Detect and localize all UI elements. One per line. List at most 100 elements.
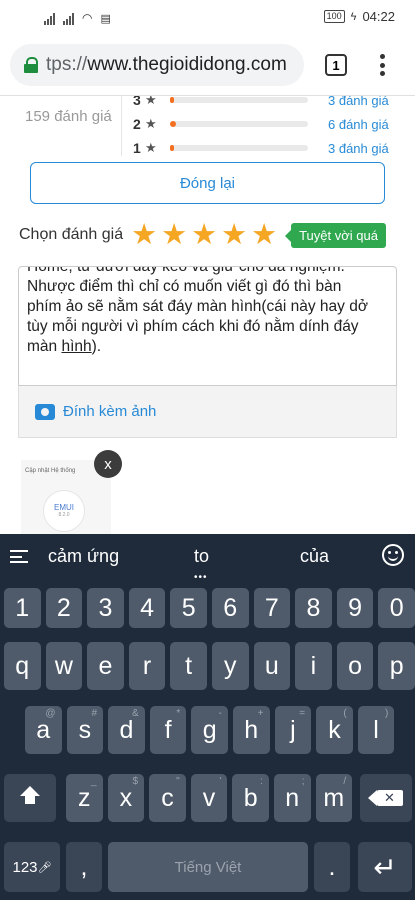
attach-photo-button[interactable]: Đính kèm ảnh <box>18 386 397 438</box>
key-t[interactable]: t <box>170 642 207 690</box>
key-4[interactable]: 4 <box>128 588 166 628</box>
star-level: 1 <box>133 140 141 156</box>
key-3[interactable]: 3 <box>87 588 124 628</box>
key-v[interactable]: v ' <box>190 774 228 822</box>
key-r[interactable]: r <box>128 642 166 690</box>
key-b[interactable]: b: <box>232 774 269 822</box>
key-x[interactable]: x $ <box>107 774 145 822</box>
key-q[interactable]: q <box>4 642 41 690</box>
key-s[interactable]: s # <box>66 706 104 754</box>
suggestion-2[interactable]: to <box>194 546 209 567</box>
key-7[interactable]: 7 <box>253 588 291 628</box>
rate-label: Chọn đánh giá <box>19 226 124 243</box>
close-button[interactable]: Đóng lại <box>30 162 385 204</box>
key-w[interactable]: w <box>45 642 83 690</box>
space-key[interactable]: Tiếng Việt <box>108 842 308 892</box>
clock: 04:22 <box>362 9 395 24</box>
more-menu-icon[interactable] <box>378 54 386 76</box>
review-text: Home, từ dưới đây kéo và giữ cho đa nghi… <box>27 266 369 355</box>
key-g[interactable]: g- <box>191 706 228 754</box>
emoji-icon[interactable] <box>382 544 404 566</box>
rating-row: 2 ★ 6 đánh giá <box>133 112 403 136</box>
rating-badge: Tuyệt vời quá <box>285 222 386 248</box>
key-a[interactable]: a @ <box>25 706 62 754</box>
lock-icon <box>24 57 38 73</box>
rating-row: 3 ★ 3 đánh giá <box>133 96 403 112</box>
key-f[interactable]: f * <box>149 706 187 754</box>
star-icon: ★ <box>145 116 157 131</box>
charging-icon: ϟ <box>350 10 357 23</box>
page-content: 159 đánh giá 3 ★ 3 đánh giá 2 ★ 6 đánh giá 1 ★ 3… <box>0 96 415 534</box>
rate-selector: Chọn đánh giá ★ ★ ★ ★ ★ Tuyệt vời quá <box>19 220 386 250</box>
key-p[interactable]: p <box>378 642 415 690</box>
review-textarea[interactable]: Home, từ dưới đây kéo và giữ cho đa nghi… <box>18 266 397 386</box>
suggestion-3[interactable]: của <box>300 546 329 567</box>
rating-breakdown: 3 ★ 3 đánh giá 2 ★ 6 đánh giá 1 ★ 3 đánh giá <box>133 96 403 160</box>
star-5-icon[interactable]: ★ <box>251 220 277 250</box>
key-n[interactable]: n; <box>274 774 311 822</box>
address-bar[interactable]: tps://www.thegioididong.com <box>10 44 304 86</box>
star-rating[interactable]: ★ ★ ★ ★ ★ <box>131 220 277 250</box>
rating-total: 159 đánh giá <box>25 108 112 125</box>
comma-key[interactable]: , <box>66 842 102 892</box>
wifi-icon: ◠ <box>82 11 93 25</box>
key-123-mic[interactable]: 123 🎤︎ <box>4 842 60 892</box>
emui-logo: EMUI 8.2.0 <box>43 490 85 532</box>
key-m[interactable]: m / <box>315 774 353 822</box>
browser-toolbar: tps://www.thegioididong.com 1 <box>0 34 415 96</box>
key-i[interactable]: i <box>295 642 332 690</box>
key-y[interactable]: y <box>212 642 249 690</box>
suggestion-1[interactable]: cảm ứng <box>48 546 119 567</box>
status-bar: ◠ ▤ 100 ϟ 04:22 <box>0 0 415 34</box>
backspace-key[interactable] <box>360 774 412 822</box>
more-suggestions-icon[interactable]: ••• <box>194 572 208 583</box>
key-u[interactable]: u <box>253 642 291 690</box>
key-j[interactable]: j = <box>274 706 312 754</box>
star-4-icon[interactable]: ★ <box>221 220 247 250</box>
key-o[interactable]: o <box>336 642 374 690</box>
star-level: 2 <box>133 116 141 132</box>
key-2[interactable]: 2 <box>45 588 83 628</box>
battery-icon: 100 <box>323 10 345 23</box>
key-5[interactable]: 5 <box>170 588 207 628</box>
star-1-icon[interactable]: ★ <box>131 220 157 250</box>
keyboard: cảm ứng to ••• của 1234567890 qwertyuiop a… <box>0 534 415 900</box>
divider <box>121 96 122 156</box>
microphone-icon: 🎤︎ <box>37 861 52 874</box>
key-1[interactable]: 1 <box>4 588 41 628</box>
key-e[interactable]: e <box>87 642 124 690</box>
star-3-icon[interactable]: ★ <box>191 220 217 250</box>
rating-bar-fill <box>170 97 174 103</box>
attach-label: Đính kèm ảnh <box>63 403 157 420</box>
star-2-icon[interactable]: ★ <box>161 220 187 250</box>
backspace-icon <box>368 790 403 806</box>
rating-count-link[interactable]: 3 đánh giá <box>328 141 389 156</box>
rating-bar <box>170 145 308 151</box>
key-c[interactable]: c " <box>149 774 186 822</box>
rating-bar <box>170 121 308 127</box>
keyboard-menu-icon[interactable] <box>10 550 28 563</box>
rating-bar <box>170 97 308 103</box>
remove-image-button[interactable]: x <box>94 450 122 478</box>
key-d[interactable]: d & <box>108 706 145 754</box>
rating-count-link[interactable]: 6 đánh giá <box>328 117 389 132</box>
star-icon: ★ <box>145 96 157 107</box>
period-key[interactable]: . <box>314 842 350 892</box>
enter-key[interactable]: ↵ <box>358 842 412 892</box>
key-0[interactable]: 0 <box>378 588 415 628</box>
rating-count-link[interactable]: 3 đánh giá <box>328 96 389 108</box>
key-z[interactable]: z _ <box>66 774 103 822</box>
signal-icon-2 <box>63 13 74 25</box>
key-8[interactable]: 8 <box>295 588 332 628</box>
key-6[interactable]: 6 <box>212 588 249 628</box>
star-level: 3 <box>133 96 141 108</box>
key-h[interactable]: h + <box>233 706 270 754</box>
rating-bar-fill <box>170 145 174 151</box>
shift-icon[interactable] <box>4 774 56 822</box>
signal-icon <box>44 13 55 25</box>
key-9[interactable]: 9 <box>336 588 374 628</box>
tab-switcher-button[interactable]: 1 <box>325 54 347 76</box>
url-text: tps://www.thegioididong.com <box>46 54 287 75</box>
key-k[interactable]: k( <box>316 706 353 754</box>
key-l[interactable]: l) <box>357 706 395 754</box>
